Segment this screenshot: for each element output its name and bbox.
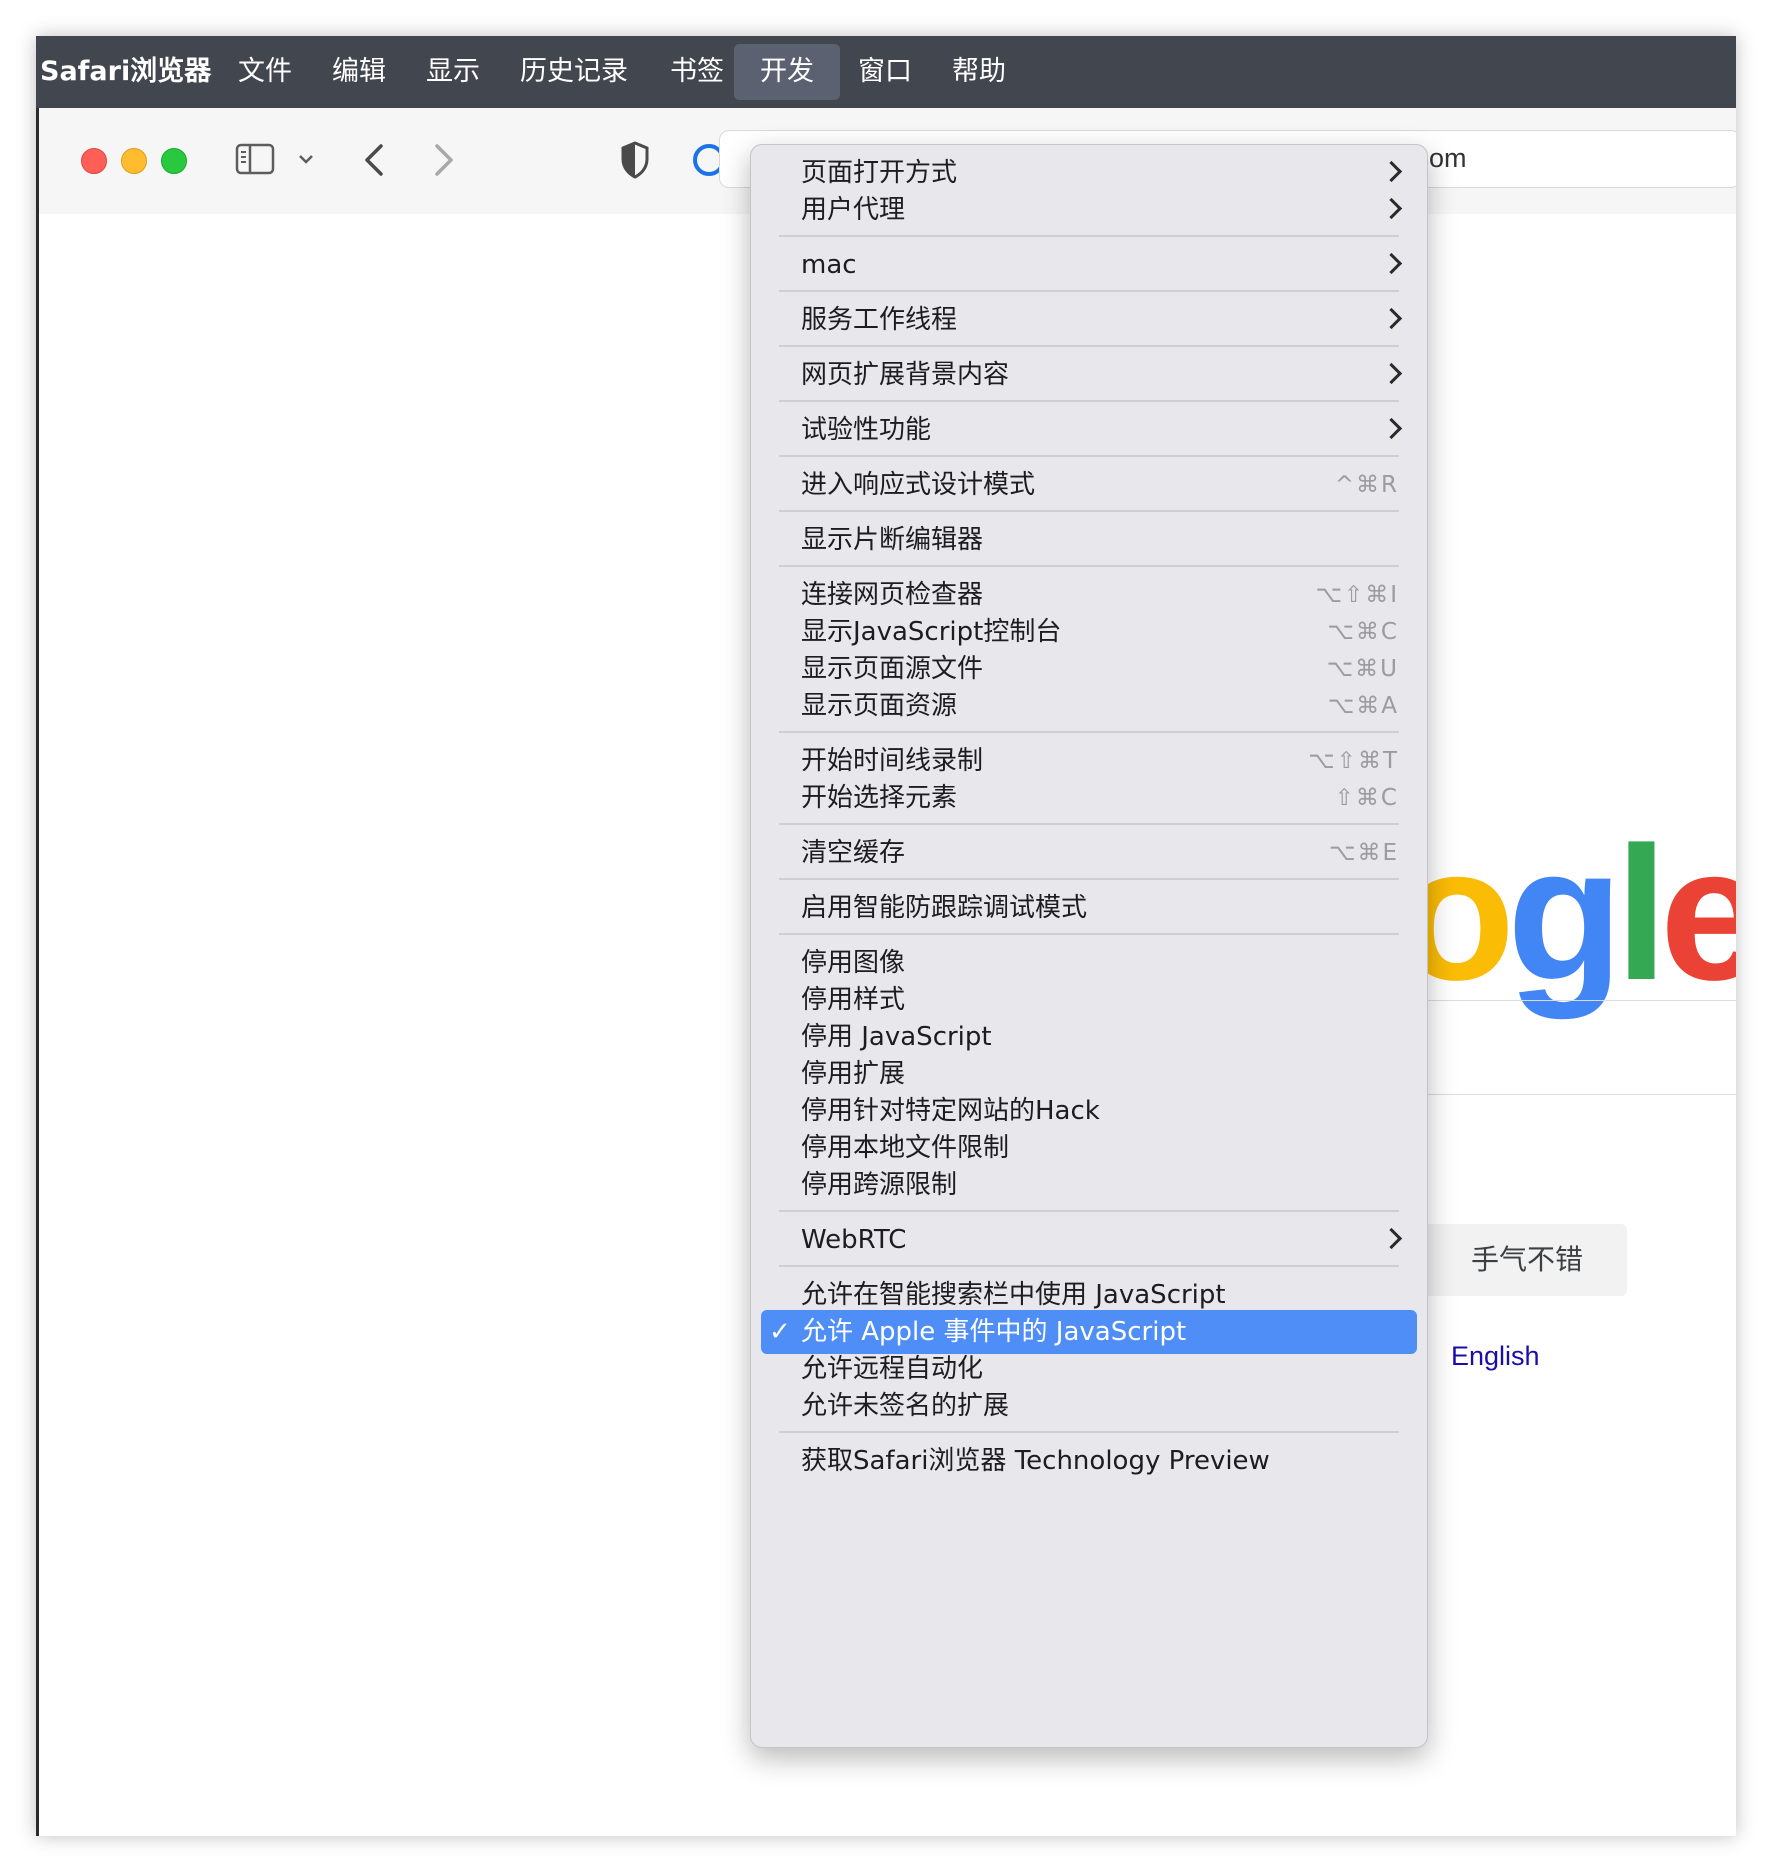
menu-separator	[779, 235, 1399, 237]
menu-item-mac[interactable]: mac	[761, 243, 1417, 287]
menu-item-webrtc[interactable]: WebRTC	[761, 1218, 1417, 1262]
menu-item-7[interactable]: 进入响应式设计模式 ^⌘R	[761, 463, 1417, 507]
menu-item-4[interactable]: 服务工作线程	[761, 298, 1417, 342]
menu-item-label: 开始选择元素	[801, 783, 958, 813]
search-box-bottom-border	[1399, 1094, 1736, 1095]
menu-item-6[interactable]: 试验性功能	[761, 408, 1417, 452]
screenshot-frame: Safari浏览器 文件 编辑 显示 历史记录 书签 开发 窗口 帮助 e.co…	[36, 36, 1736, 1836]
keyboard-shortcut: ⌥⌘E	[1328, 840, 1399, 866]
back-icon[interactable]	[361, 142, 387, 178]
feeling-lucky-button[interactable]: 手气不错	[1399, 1224, 1627, 1296]
menu-item-label: 清空缓存	[801, 838, 906, 868]
menu-item-label: 启用智能防跟踪调试模式	[801, 893, 1088, 923]
logo-letter: g	[1507, 808, 1623, 1020]
develop-menu: 页面打开方式 用户代理 mac 服务工作线程 网页扩展背景内容 试验性功能 进入响应式设计模…	[750, 144, 1428, 1748]
menu-item-28[interactable]: 允许未签名的扩展	[761, 1384, 1417, 1428]
menu-item-label: WebRTC	[801, 1225, 907, 1255]
search-box-top-border	[1399, 1000, 1736, 1001]
menu-separator	[779, 878, 1399, 880]
menu-separator	[779, 510, 1399, 512]
english-language-link[interactable]: English	[1451, 1336, 1540, 1376]
chevron-right-icon	[1380, 160, 1403, 183]
chevron-right-icon	[1380, 307, 1403, 330]
chevron-right-icon	[1380, 197, 1403, 220]
menu-develop[interactable]: 开发	[734, 44, 840, 100]
privacy-shield-icon[interactable]	[619, 140, 651, 180]
menu-bar: Safari浏览器 文件 编辑 显示 历史记录 书签 开发 窗口 帮助	[36, 36, 1736, 108]
logo-letter: e	[1659, 808, 1736, 1020]
menu-item-label: 停用跨源限制	[801, 1170, 958, 1200]
menu-item-label: 服务工作线程	[801, 305, 958, 335]
chevron-down-icon[interactable]	[297, 152, 315, 166]
menu-item-23[interactable]: 停用跨源限制	[761, 1163, 1417, 1207]
menu-item-label: 显示片断编辑器	[801, 525, 984, 555]
menu-item-2[interactable]: 用户代理	[761, 188, 1417, 232]
forward-icon[interactable]	[431, 142, 457, 178]
menu-item-14[interactable]: 开始选择元素 ⇧⌘C	[761, 776, 1417, 820]
menu-separator	[779, 823, 1399, 825]
menu-item-safari-technology-preview[interactable]: 获取Safari浏览器 Technology Preview	[761, 1439, 1417, 1483]
chevron-right-icon	[1380, 1227, 1403, 1250]
keyboard-shortcut: ⌥⌘A	[1327, 693, 1399, 719]
menu-item-12[interactable]: 显示页面资源 ⌥⌘A	[761, 684, 1417, 728]
menu-app-safari[interactable]: Safari浏览器	[36, 44, 223, 100]
menu-bookmarks[interactable]: 书签	[658, 44, 736, 100]
menu-item-5[interactable]: 网页扩展背景内容	[761, 353, 1417, 397]
menu-separator	[779, 1210, 1399, 1212]
menu-window[interactable]: 窗口	[846, 44, 924, 100]
menu-item-8[interactable]: 显示片断编辑器	[761, 518, 1417, 562]
chevron-right-icon	[1380, 252, 1403, 275]
menu-item-label: mac	[801, 250, 857, 280]
menu-item-label: 网页扩展背景内容	[801, 360, 1010, 390]
menu-view[interactable]: 显示	[414, 44, 492, 100]
zoom-window-button[interactable]	[161, 148, 187, 174]
chevron-right-icon	[1380, 417, 1403, 440]
menu-item-label: 获取Safari浏览器 Technology Preview	[801, 1446, 1270, 1476]
menu-help[interactable]: 帮助	[940, 44, 1018, 100]
menu-separator	[779, 400, 1399, 402]
menu-separator	[779, 290, 1399, 292]
menu-file[interactable]: 文件	[226, 44, 304, 100]
chevron-right-icon	[1380, 362, 1403, 385]
menu-edit[interactable]: 编辑	[320, 44, 398, 100]
menu-item-label: 显示页面资源	[801, 691, 958, 721]
menu-item-16[interactable]: 启用智能防跟踪调试模式	[761, 886, 1417, 930]
menu-separator	[779, 565, 1399, 567]
menu-separator	[779, 731, 1399, 733]
menu-separator	[779, 1431, 1399, 1433]
menu-separator	[779, 1265, 1399, 1267]
menu-item-label: 试验性功能	[801, 415, 932, 445]
keyboard-shortcut: ⇧⌘C	[1334, 785, 1399, 811]
close-window-button[interactable]	[81, 148, 107, 174]
menu-item-15[interactable]: 清空缓存 ⌥⌘E	[761, 831, 1417, 875]
keyboard-shortcut: ^⌘R	[1334, 472, 1399, 498]
menu-separator	[779, 345, 1399, 347]
menu-separator	[779, 455, 1399, 457]
menu-history[interactable]: 历史记录	[508, 44, 640, 100]
menu-separator	[779, 933, 1399, 935]
logo-letter: l	[1615, 808, 1668, 1020]
sidebar-toggle-icon[interactable]	[235, 142, 275, 176]
menu-item-label: 进入响应式设计模式	[801, 470, 1036, 500]
google-logo: ogle	[1399, 814, 1736, 1014]
minimize-window-button[interactable]	[121, 148, 147, 174]
menu-item-label: 允许未签名的扩展	[801, 1391, 1010, 1421]
menu-item-label: 用户代理	[801, 195, 906, 225]
